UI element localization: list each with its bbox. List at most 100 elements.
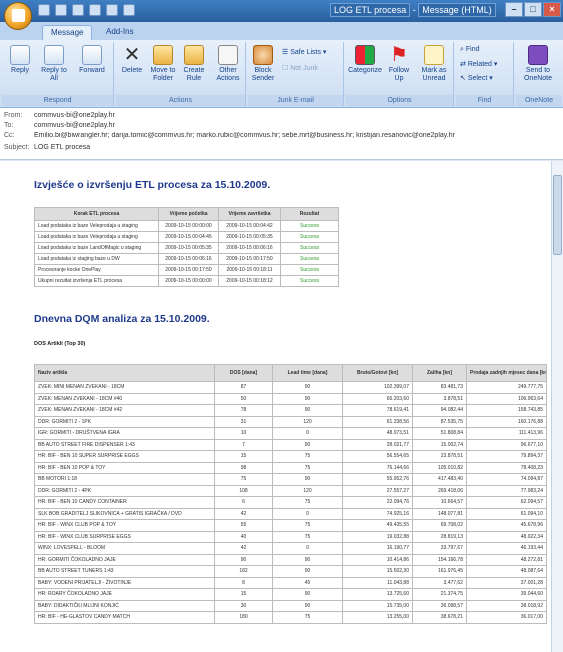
undo-icon[interactable] <box>55 4 67 16</box>
create-rule-label: Create Rule <box>183 67 205 82</box>
body-left-margin <box>0 161 14 652</box>
follow-up-label: Follow Up <box>388 67 410 82</box>
send-to-onenote-button[interactable]: Send to OneNote <box>518 45 558 83</box>
dqm-cell: 13.255,00 <box>342 611 413 624</box>
dqm-column-header: Zaliha [kn] <box>412 364 467 382</box>
dqm-cell: 90 <box>272 381 343 394</box>
dqm-cell: 75 <box>272 461 343 474</box>
group-onenote: Send to OneNote OneNote <box>516 42 562 106</box>
group-label-find: Find <box>456 95 513 106</box>
reply-all-button[interactable]: Reply to All <box>40 45 68 83</box>
other-actions-button[interactable]: Other Actions <box>212 45 244 83</box>
message-body: Izvješće o izvršenju ETL procesa za 15.1… <box>0 161 563 652</box>
etl-cell: Success <box>280 220 339 232</box>
dqm-cell: 77.983,24 <box>466 484 547 497</box>
mark-unread-button[interactable]: Mark as Unread <box>418 45 450 83</box>
save-icon[interactable] <box>38 4 50 16</box>
dqm-cell: 90 <box>272 438 343 451</box>
select-button[interactable]: ↖ Select ▾ <box>460 74 493 82</box>
dqm-cell: 90 <box>272 404 343 417</box>
etl-cell: 2009-10-15 00:04:45 <box>158 231 219 243</box>
up-arrow-icon[interactable] <box>89 4 101 16</box>
minimize-icon[interactable]: – <box>505 2 523 17</box>
dqm-cell: HR: GORMITI ČOKOLADNO JAJE <box>34 553 215 566</box>
categorize-icon <box>355 45 375 65</box>
tab-message[interactable]: Message <box>42 25 93 40</box>
etl-cell: Procesiranje kocke OnePlay <box>34 264 159 276</box>
tab-add-ins[interactable]: Add-Ins <box>98 25 142 40</box>
dqm-cell: 3.477,62 <box>412 576 467 589</box>
dqm-cell: 160.176,88 <box>466 415 547 428</box>
dqm-table-row: HR: BIF - WINX CLUB POP & TOY 55 75 49.435,… <box>34 519 547 532</box>
down-arrow-icon[interactable] <box>106 4 118 16</box>
dqm-cell: 0 <box>272 542 343 555</box>
to-value[interactable]: commvus-bi@one2play.hr <box>34 122 115 129</box>
dqm-cell: 6 <box>214 496 273 509</box>
dqm-cell: 417.483,40 <box>412 473 467 486</box>
from-value[interactable]: commvus-bi@one2play.hr <box>34 112 115 119</box>
dqm-cell: 7 <box>214 438 273 451</box>
safe-lists-button[interactable]: ☰ Safe Lists ▾ <box>282 48 326 56</box>
to-row: To: commvus-bi@one2play.hr <box>4 122 115 129</box>
group-label-junk: Junk E-mail <box>248 95 343 106</box>
dqm-cell: 269.418,06 <box>412 484 467 497</box>
dqm-cell: 90 <box>272 553 343 566</box>
vertical-scrollbar[interactable] <box>551 161 563 652</box>
dqm-cell: 51.808,84 <box>412 427 467 440</box>
forward-label: Forward <box>79 67 105 74</box>
move-to-folder-button[interactable]: Move to Folder <box>148 45 178 83</box>
not-junk-button[interactable]: ☐ Not Junk <box>282 64 318 72</box>
redo-icon[interactable] <box>72 4 84 16</box>
follow-up-button[interactable]: Follow Up <box>384 45 414 83</box>
dqm-table-row: DDR: GORMITI 2 - 1PK 31 120 61.338,56 87.535… <box>34 415 547 428</box>
block-sender-button[interactable]: Block Sender <box>250 45 276 83</box>
scrollbar-thumb[interactable] <box>553 175 562 255</box>
etl-table-row: Ukupni rezultat izvršenja ETL procesa 200… <box>34 275 339 287</box>
dqm-cell: BB AUTO STREET FIRE DISPENSER 1:43 <box>34 438 215 451</box>
dqm-table-row: BB AUTO STREET FIRE DISPENSER 1:43 7 90 28.… <box>34 438 547 451</box>
forward-button[interactable]: Forward <box>74 45 110 75</box>
title-bar: LOG ETL procesa - Message (HTML) – □ × <box>0 0 563 30</box>
other-actions-label: Other Actions <box>216 67 240 82</box>
dqm-cell: ZVEK: MINI MENAN ZVEKANI - 18CM <box>34 381 215 394</box>
dqm-cell: 45 <box>272 576 343 589</box>
subject-value: LOG ETL procesa <box>34 144 91 151</box>
find-label: Find <box>465 46 480 53</box>
dqm-cell: 90 <box>272 588 343 601</box>
dqm-cell: 75 <box>272 611 343 624</box>
group-junk: Block Sender ☰ Safe Lists ▾ ☐ Not Junk J… <box>248 42 344 106</box>
dqm-cell: 75 <box>272 496 343 509</box>
maximize-icon[interactable]: □ <box>524 2 542 17</box>
dqm-cell: 13.725,60 <box>342 588 413 601</box>
dqm-cell: 11.043,88 <box>342 576 413 589</box>
cc-value[interactable]: Emilio.bi@biwrangler.hr; darija.tomic@co… <box>34 132 539 139</box>
related-button[interactable]: ⇄ Related ▾ <box>460 60 497 68</box>
dqm-cell: 120 <box>272 415 343 428</box>
find-button[interactable]: ⌕ Find <box>460 46 480 54</box>
dqm-cell: 56.554,65 <box>342 450 413 463</box>
etl-cell: 2009-10-15 00:04:42 <box>218 220 281 232</box>
reply-button[interactable]: Reply <box>6 45 34 75</box>
etl-report-title: Izvješće o izvršenju ETL procesa za 15.1… <box>34 179 271 191</box>
dqm-table-row: HR: BIF - WINX CLUB SURPRISE EGGS 40 75 19.… <box>34 530 547 543</box>
safe-lists-label: Safe Lists <box>290 49 321 56</box>
dqm-cell: 106.963,64 <box>466 392 547 405</box>
close-icon[interactable]: × <box>543 2 561 17</box>
delete-button[interactable]: Delete <box>118 45 146 75</box>
group-respond: Reply Reply to All Forward Respond <box>2 42 114 106</box>
office-button[interactable] <box>4 2 32 30</box>
categorize-button[interactable]: Categorize <box>348 45 382 75</box>
dqm-cell: 8 <box>214 576 273 589</box>
dqm-cell: 15.002,74 <box>412 438 467 451</box>
customize-qat-icon[interactable] <box>123 4 135 16</box>
dqm-cell: 22.094,76 <box>342 496 413 509</box>
create-rule-button[interactable]: Create Rule <box>180 45 208 83</box>
etl-column-header: Vrijeme početka <box>158 207 219 221</box>
window-title-text: LOG ETL procesa <box>330 3 411 17</box>
dqm-cell: 158.743,85 <box>466 404 547 417</box>
dqm-table-row: ZVEK: MENAN ZVEKANI - 18CM #40 50 90 65.203… <box>34 392 547 405</box>
dqm-table-row: ZVEK: MINI MENAN ZVEKANI - 18CM 87 90 102.3… <box>34 381 547 394</box>
dqm-cell: 10.414,86 <box>342 553 413 566</box>
office-logo-icon <box>12 9 25 22</box>
dqm-table-row: BABY: DIDAKTIČKI MLIJNI KONJIĆ 30 90 15.735… <box>34 599 547 612</box>
